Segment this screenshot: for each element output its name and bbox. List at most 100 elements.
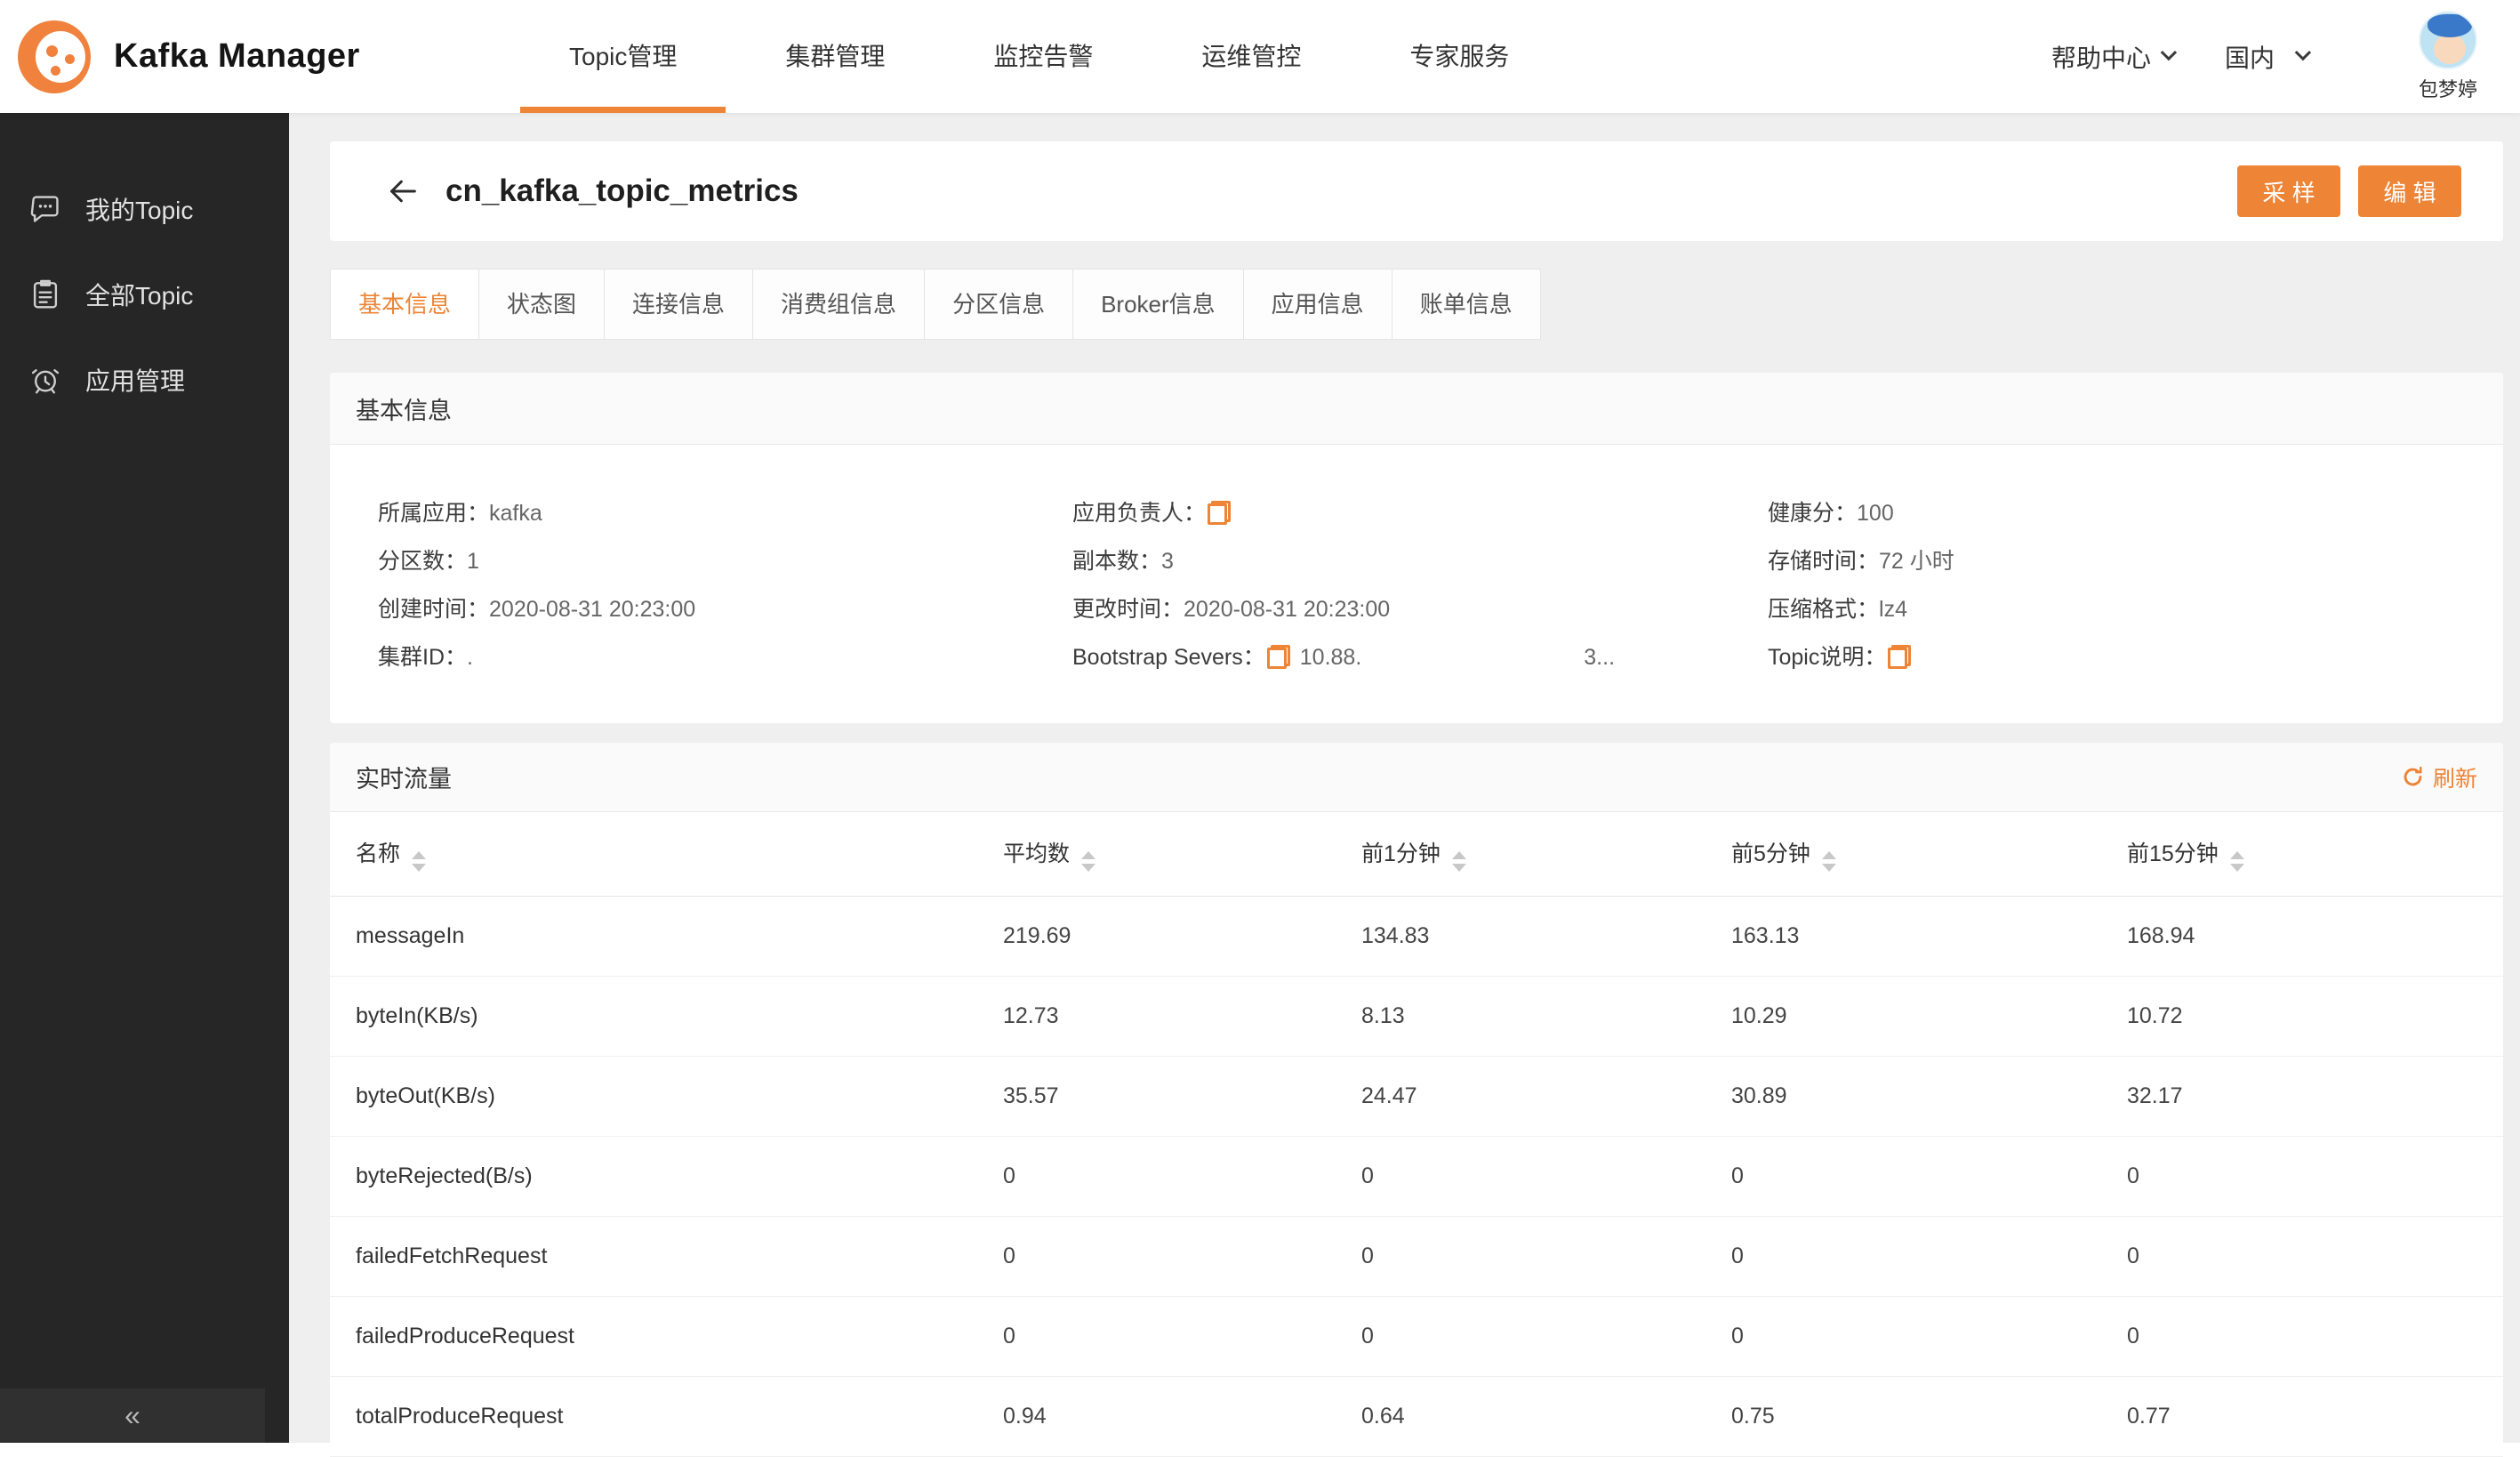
clipboard-icon <box>28 278 62 311</box>
sidebar-item-2[interactable]: 全部Topic <box>0 252 289 337</box>
field-value: lz4 <box>1879 597 1907 622</box>
table-cell: 0 <box>1336 1136 1705 1217</box>
copy-icon[interactable] <box>1888 645 1912 669</box>
collapse-icon: « <box>124 1399 140 1431</box>
table-cell: 0 <box>1336 1216 1705 1297</box>
table-cell: 134.83 <box>1336 896 1705 977</box>
info-field: 所属应用：kafka <box>378 489 1072 537</box>
nav-item-1[interactable]: Topic管理 <box>519 0 726 113</box>
sample-button[interactable]: 采 样 <box>2237 165 2340 217</box>
table-cell: 0.77 <box>2101 1376 2503 1457</box>
field-label: 压缩格式： <box>1768 597 1880 622</box>
field-value: 2020-08-31 20:23:00 <box>1184 597 1391 622</box>
tab-4[interactable]: 消费组信息 <box>752 269 926 340</box>
tab-1[interactable]: 基本信息 <box>330 269 480 340</box>
page-title: cn_kafka_topic_metrics <box>445 173 799 208</box>
table-cell: 0 <box>2101 1216 2503 1297</box>
table-row: messageIn 219.69 134.83 163.13 168.94 <box>330 896 2503 977</box>
column-label: 平均数 <box>1003 841 1071 866</box>
table-cell: 0 <box>977 1296 1336 1377</box>
sidebar-item-1[interactable]: 我的Topic <box>0 166 289 252</box>
tab-5[interactable]: 分区信息 <box>924 269 1074 340</box>
table-cell: 0 <box>1705 1136 2101 1217</box>
field-value: 72 小时 <box>1879 549 1954 574</box>
info-field: 副本数：3 <box>1072 537 1768 585</box>
table-cell: 30.89 <box>1705 1056 2101 1137</box>
table-cell: 24.47 <box>1336 1056 1705 1137</box>
column-header-5[interactable]: 前15分钟 <box>2101 812 2503 897</box>
brand[interactable]: Kafka Manager <box>0 20 360 93</box>
edit-button[interactable]: 编 辑 <box>2358 165 2461 217</box>
field-value: 100 <box>1857 501 1894 526</box>
chevron-down-icon <box>2294 44 2312 61</box>
sort-icon[interactable] <box>1451 850 1466 872</box>
info-field: 更改时间：2020-08-31 20:23:00 <box>1072 585 1768 633</box>
sidebar-item-label: 应用管理 <box>85 367 186 395</box>
info-field: 创建时间：2020-08-31 20:23:00 <box>378 585 1072 633</box>
tab-2[interactable]: 状态图 <box>478 269 606 340</box>
help-center-link[interactable]: 帮助中心 <box>2051 39 2178 75</box>
column-header-4[interactable]: 前5分钟 <box>1705 812 2101 897</box>
comment-icon <box>28 192 62 226</box>
field-value: . <box>467 645 473 670</box>
table-cell: totalProduceRequest <box>330 1376 977 1457</box>
table-cell: failedProduceRequest <box>330 1296 977 1377</box>
logo-icon <box>18 20 91 93</box>
sidebar: 我的Topic 全部Topic 应用管理 « <box>0 113 289 1443</box>
column-header-1[interactable]: 名称 <box>330 812 977 897</box>
region-select[interactable]: 国内 <box>2224 39 2312 75</box>
tab-6[interactable]: Broker信息 <box>1072 269 1244 340</box>
field-label: 健康分： <box>1768 501 1858 526</box>
region-label: 国内 <box>2224 44 2275 72</box>
refresh-button[interactable]: 刷新 <box>2401 761 2477 793</box>
nav-right: 帮助中心 国内 包梦婷 <box>2051 0 2477 113</box>
table-cell: byteOut(KB/s) <box>330 1056 977 1137</box>
column-header-3[interactable]: 前1分钟 <box>1336 812 1705 897</box>
sidebar-item-label: 全部Topic <box>85 282 194 310</box>
nav-item-3[interactable]: 监控告警 <box>993 0 1093 113</box>
field-label: 所属应用： <box>378 501 490 526</box>
table-cell: 8.13 <box>1336 976 1705 1057</box>
field-value: kafka <box>489 501 542 526</box>
field-label: 集群ID： <box>378 645 468 670</box>
info-field: Topic说明： <box>1768 633 2503 681</box>
tab-8[interactable]: 账单信息 <box>1391 269 1541 340</box>
sidebar-collapse-button[interactable]: « <box>0 1389 265 1443</box>
user-menu[interactable]: 包梦婷 <box>2418 11 2477 102</box>
sort-icon[interactable] <box>412 850 427 872</box>
arrow-left-icon <box>390 180 416 203</box>
column-header-2[interactable]: 平均数 <box>977 812 1336 897</box>
tab-7[interactable]: 应用信息 <box>1242 269 1392 340</box>
table-cell: 0 <box>2101 1296 2503 1377</box>
basic-info-header: 基本信息 <box>330 373 2503 445</box>
sort-icon[interactable] <box>2229 850 2244 872</box>
sort-icon[interactable] <box>1081 850 1096 872</box>
app-manage-icon <box>28 363 62 397</box>
sidebar-item-3[interactable]: 应用管理 <box>0 337 289 423</box>
nav-item-5[interactable]: 专家服务 <box>1409 0 1509 113</box>
nav-item-4[interactable]: 运维管控 <box>1201 0 1301 113</box>
table-cell: byteIn(KB/s) <box>330 976 977 1057</box>
realtime-traffic-card: 实时流量 刷新 名称 平均数 前1分钟 前5分钟 前15分钟 messageIn 219.… <box>330 743 2503 1457</box>
copy-icon[interactable] <box>1266 645 1291 669</box>
sort-icon[interactable] <box>1821 850 1836 872</box>
info-field: 分区数：1 <box>378 537 1072 585</box>
table-cell: byteRejected(B/s) <box>330 1136 977 1217</box>
table-cell: messageIn <box>330 896 977 977</box>
avatar[interactable] <box>2418 11 2477 69</box>
section-title: 实时流量 <box>356 766 452 793</box>
field-label: 存储时间： <box>1768 549 1880 574</box>
table-cell: 168.94 <box>2101 896 2503 977</box>
table-cell: 0.75 <box>1705 1376 2101 1457</box>
table-cell: 35.57 <box>977 1056 1336 1137</box>
tab-3[interactable]: 连接信息 <box>604 269 754 340</box>
table-row: failedProduceRequest 0 0 0 0 <box>330 1296 2503 1377</box>
info-field: Bootstrap Severs： 10.88. 3... <box>1072 633 1768 681</box>
metrics-table: 名称 平均数 前1分钟 前5分钟 前15分钟 messageIn 219.69 134.83… <box>330 812 2503 1457</box>
table-cell: 0 <box>1705 1296 2101 1377</box>
table-cell: 163.13 <box>1705 896 2101 977</box>
sidebar-item-label: 我的Topic <box>85 197 194 224</box>
copy-icon[interactable] <box>1208 501 1232 525</box>
back-button[interactable] <box>383 172 422 211</box>
nav-item-2[interactable]: 集群管理 <box>785 0 885 113</box>
